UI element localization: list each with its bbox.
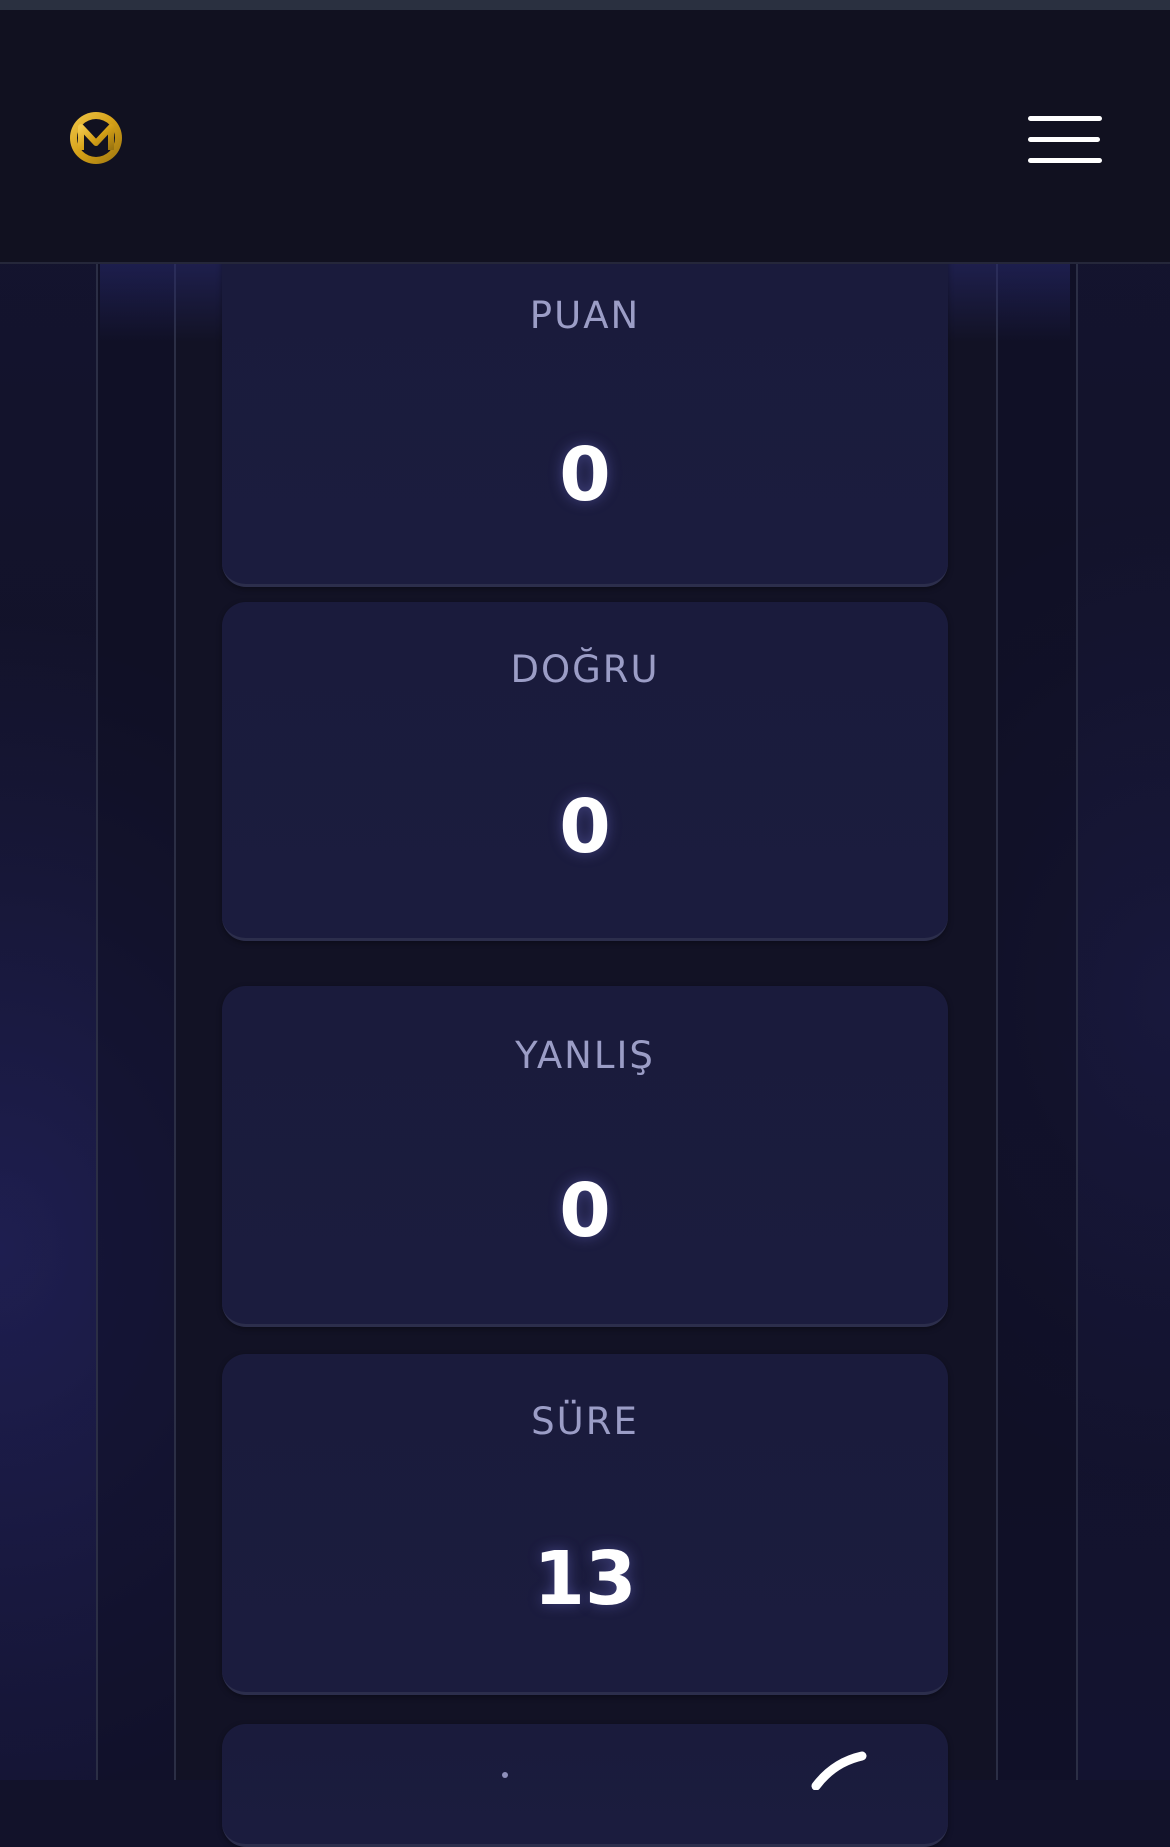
- stat-card-dogru: DOĞRU 0: [222, 602, 948, 941]
- partial-value-glyph: [811, 1751, 867, 1790]
- stat-value-yanlis: 0: [559, 1168, 611, 1254]
- stat-value-sure: 13: [533, 1536, 637, 1622]
- stat-value-dogru: 0: [559, 784, 611, 870]
- m-logo-icon[interactable]: [68, 110, 124, 166]
- menu-bar: [1028, 158, 1102, 163]
- menu-bar: [1028, 137, 1100, 142]
- stat-card-yanlis: YANLIŞ 0: [222, 986, 948, 1327]
- stat-card-sure: SÜRE 13: [222, 1354, 948, 1695]
- stat-card-puan: PUAN 0: [222, 252, 948, 587]
- stat-label-puan: PUAN: [529, 294, 641, 337]
- stat-value-puan: 0: [559, 432, 611, 518]
- menu-bar: [1028, 116, 1102, 121]
- stat-label-dogru: DOĞRU: [510, 648, 660, 691]
- site-header: [0, 10, 1170, 264]
- stat-label-sure: SÜRE: [531, 1400, 639, 1443]
- stat-card-partial: [222, 1724, 948, 1847]
- stat-label-yanlis: YANLIŞ: [515, 1034, 655, 1077]
- hamburger-menu-icon[interactable]: [1026, 106, 1106, 176]
- partial-label-dot: [502, 1772, 508, 1778]
